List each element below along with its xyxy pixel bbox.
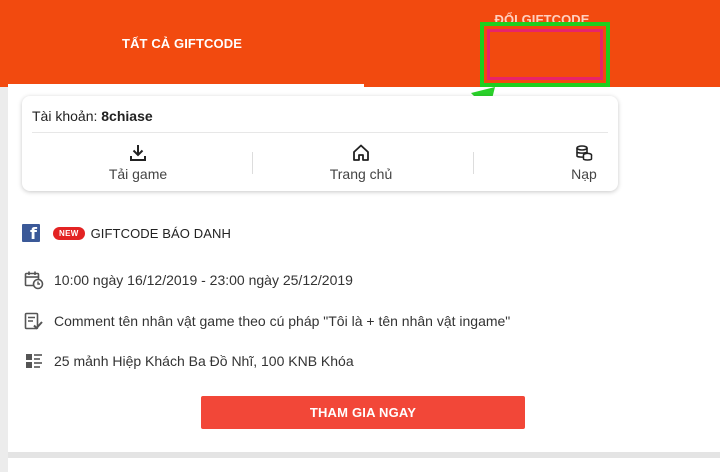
home-label: Trang chủ xyxy=(329,166,393,182)
next-card-edge xyxy=(8,452,720,472)
account-line: Tài khoản: 8chiase xyxy=(32,108,153,124)
highlight-box-red xyxy=(487,29,603,80)
checklist-icon xyxy=(24,312,43,330)
calendar-clock-icon xyxy=(24,271,44,290)
tab-all-giftcode-label: TẤT CẢ GIFTCODE xyxy=(122,36,242,51)
event-time-row: 10:00 ngày 16/12/2019 - 23:00 ngày 25/12… xyxy=(24,270,353,290)
account-label: Tài khoản: xyxy=(32,108,98,124)
join-now-button[interactable]: THAM GIA NGAY xyxy=(201,396,525,429)
topup-label: Nạp xyxy=(571,166,597,182)
header-bar: TẤT CẢ GIFTCODE ĐỔI GIFTCODE xyxy=(0,0,720,87)
divider xyxy=(473,152,474,174)
topup-button[interactable]: Nạp xyxy=(485,142,683,182)
tab-all-giftcode[interactable]: TẤT CẢ GIFTCODE xyxy=(0,0,364,87)
giftcode-title-row: f NEW GIFTCODE BÁO DANH xyxy=(22,222,231,244)
download-icon xyxy=(130,145,146,161)
reward-row: 25 mảnh Hiệp Khách Ba Đồ Nhĩ, 100 KNB Kh… xyxy=(24,351,354,371)
list-icon xyxy=(26,354,42,368)
event-time-text: 10:00 ngày 16/12/2019 - 23:00 ngày 25/12… xyxy=(54,272,353,288)
divider xyxy=(252,152,253,174)
new-badge: NEW xyxy=(53,226,85,240)
home-icon xyxy=(353,144,369,161)
download-game-label: Tải game xyxy=(108,166,168,182)
download-game-button[interactable]: Tải game xyxy=(39,142,237,182)
giftcode-title: GIFTCODE BÁO DANH xyxy=(90,225,231,241)
home-button[interactable]: Trang chủ xyxy=(262,142,460,182)
requirement-row: Comment tên nhân vật game theo cú pháp "… xyxy=(24,311,510,331)
coins-icon xyxy=(576,145,593,161)
facebook-icon: f xyxy=(22,224,40,242)
account-card: Tài khoản: 8chiase Tải game Trang chủ Nạ… xyxy=(22,96,618,191)
requirement-text: Comment tên nhân vật game theo cú pháp "… xyxy=(54,313,511,329)
reward-text: 25 mảnh Hiệp Khách Ba Đồ Nhĩ, 100 KNB Kh… xyxy=(54,353,354,369)
account-username: 8chiase xyxy=(101,108,153,124)
card-divider xyxy=(32,132,608,133)
